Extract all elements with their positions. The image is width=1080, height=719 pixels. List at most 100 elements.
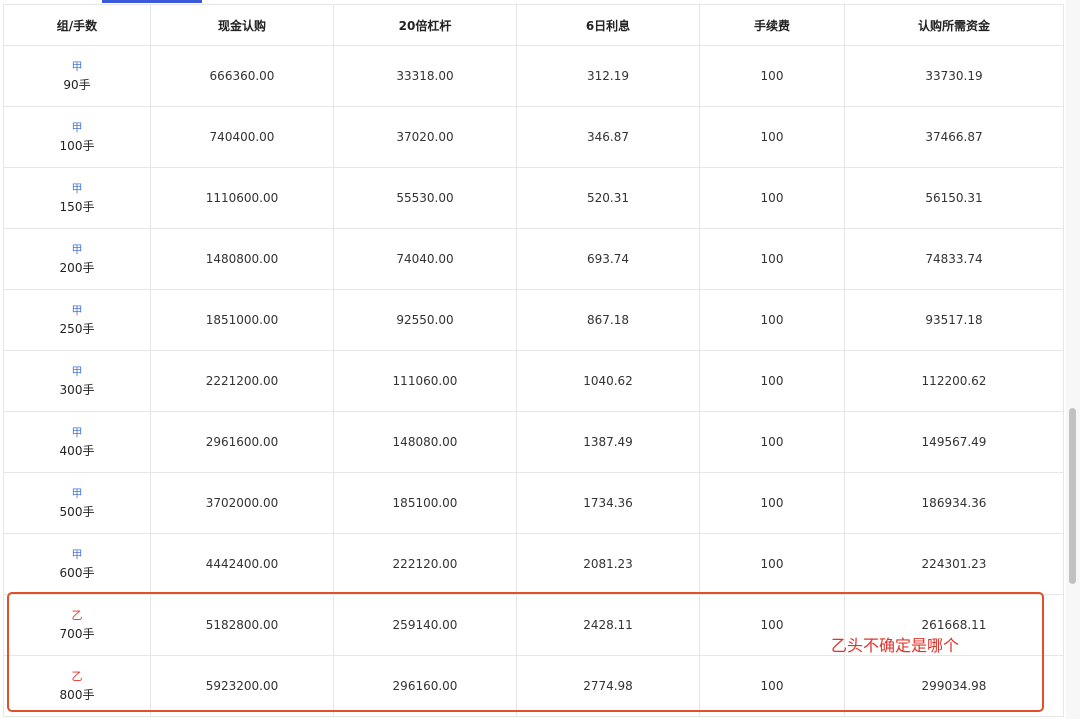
cell-group-lots: 甲 500手 [3,472,151,534]
cell-group-lots: 甲 100手 [3,106,151,168]
cell-cash-subscription: 2961600.00 [150,411,334,473]
cell-required-funds: 112200.62 [844,350,1064,412]
cell-interest: 520.31 [516,167,700,229]
cell-group-lots: 乙 700手 [3,594,151,656]
group-name: 乙 [71,670,83,683]
cell-fee: 100 [699,350,845,412]
group-name: 甲 [71,548,83,561]
cell-leverage: 185100.00 [333,472,517,534]
header-interest: 6日利息 [516,4,700,46]
cell-group-lots: 甲 600手 [3,533,151,595]
header-cash-subscription: 现金认购 [150,4,334,46]
group-name: 甲 [71,121,83,134]
cell-group-lots: 甲 250手 [3,289,151,351]
cell-cash-subscription: 3702000.00 [150,472,334,534]
group-name: 甲 [71,243,83,256]
cell-fee: 100 [699,167,845,229]
cell-interest: 2774.98 [516,655,700,717]
cell-fee: 100 [699,45,845,107]
cell-cash-subscription: 2221200.00 [150,350,334,412]
table-row: 乙 800手 5923200.00 296160.00 2774.98 100 299034… [3,655,1064,717]
group-name: 甲 [71,60,83,73]
cell-leverage: 296160.00 [333,655,517,717]
group-name: 甲 [71,487,83,500]
cell-required-funds: 224301.23 [844,533,1064,595]
cell-required-funds: 149567.49 [844,411,1064,473]
scrollbar-track[interactable] [1066,0,1080,719]
lot-count: 100手 [59,139,95,153]
lot-count: 400手 [59,444,95,458]
lot-count: 700手 [59,627,95,641]
cell-interest: 1734.36 [516,472,700,534]
table-row: 甲 150手 1110600.00 55530.00 520.31 100 56150.31 [3,167,1064,229]
table-row: 甲 200手 1480800.00 74040.00 693.74 100 74833.74 [3,228,1064,290]
header-group-lots: 组/手数 [3,4,151,46]
cell-fee: 100 [699,655,845,717]
table-row: 甲 500手 3702000.00 185100.00 1734.36 100 186934… [3,472,1064,534]
cell-cash-subscription: 1480800.00 [150,228,334,290]
cell-group-lots: 乙 800手 [3,655,151,717]
cell-interest: 1387.49 [516,411,700,473]
cell-leverage: 74040.00 [333,228,517,290]
lot-count: 300手 [59,383,95,397]
cell-required-funds: 93517.18 [844,289,1064,351]
lot-count: 250手 [59,322,95,336]
cell-group-lots: 甲 400手 [3,411,151,473]
cell-leverage: 33318.00 [333,45,517,107]
table-body: 甲 90手 666360.00 33318.00 312.19 100 33730.19 甲 1… [3,45,1064,717]
table-row: 甲 300手 2221200.00 111060.00 1040.62 100 112200… [3,350,1064,412]
cell-required-funds: 56150.31 [844,167,1064,229]
cell-fee: 100 [699,533,845,595]
lot-count: 500手 [59,505,95,519]
cell-interest: 2428.11 [516,594,700,656]
cell-leverage: 37020.00 [333,106,517,168]
group-name: 甲 [71,182,83,195]
cell-required-funds: 74833.74 [844,228,1064,290]
cell-leverage: 259140.00 [333,594,517,656]
header-fee: 手续费 [699,4,845,46]
table-row: 甲 100手 740400.00 37020.00 346.87 100 37466.87 [3,106,1064,168]
cell-fee: 100 [699,228,845,290]
lot-count: 800手 [59,688,95,702]
header-leverage: 20倍杠杆 [333,4,517,46]
cell-interest: 1040.62 [516,350,700,412]
lot-count: 200手 [59,261,95,275]
cell-leverage: 92550.00 [333,289,517,351]
cell-group-lots: 甲 150手 [3,167,151,229]
cell-interest: 867.18 [516,289,700,351]
group-name: 甲 [71,426,83,439]
cell-cash-subscription: 5923200.00 [150,655,334,717]
cell-leverage: 111060.00 [333,350,517,412]
cell-group-lots: 甲 90手 [3,45,151,107]
table-row: 甲 250手 1851000.00 92550.00 867.18 100 93517.18 [3,289,1064,351]
cell-interest: 346.87 [516,106,700,168]
scrollbar-thumb[interactable] [1069,408,1076,584]
cell-group-lots: 甲 200手 [3,228,151,290]
table-row: 甲 400手 2961600.00 148080.00 1387.49 100 149567… [3,411,1064,473]
cell-leverage: 148080.00 [333,411,517,473]
lot-count: 150手 [59,200,95,214]
cell-interest: 693.74 [516,228,700,290]
cell-cash-subscription: 740400.00 [150,106,334,168]
table-row: 甲 600手 4442400.00 222120.00 2081.23 100 224301… [3,533,1064,595]
cell-leverage: 222120.00 [333,533,517,595]
subscription-table: 组/手数 现金认购 20倍杠杆 6日利息 手续费 认购所需资金 甲 90手 6663… [3,4,1064,717]
cell-leverage: 55530.00 [333,167,517,229]
lot-count: 600手 [59,566,95,580]
cell-fee: 100 [699,106,845,168]
cell-cash-subscription: 666360.00 [150,45,334,107]
group-name: 甲 [71,304,83,317]
cell-required-funds: 33730.19 [844,45,1064,107]
group-name: 乙 [71,609,83,622]
cell-cash-subscription: 4442400.00 [150,533,334,595]
group-name: 甲 [71,365,83,378]
lot-count: 90手 [63,78,91,92]
page: 组/手数 现金认购 20倍杠杆 6日利息 手续费 认购所需资金 甲 90手 6663… [0,0,1080,719]
cell-interest: 2081.23 [516,533,700,595]
cell-cash-subscription: 5182800.00 [150,594,334,656]
cell-interest: 312.19 [516,45,700,107]
active-tab-underline [102,0,202,3]
cell-required-funds: 186934.36 [844,472,1064,534]
annotation-note: 乙头不确定是哪个 [831,636,960,655]
header-required-funds: 认购所需资金 [844,4,1064,46]
